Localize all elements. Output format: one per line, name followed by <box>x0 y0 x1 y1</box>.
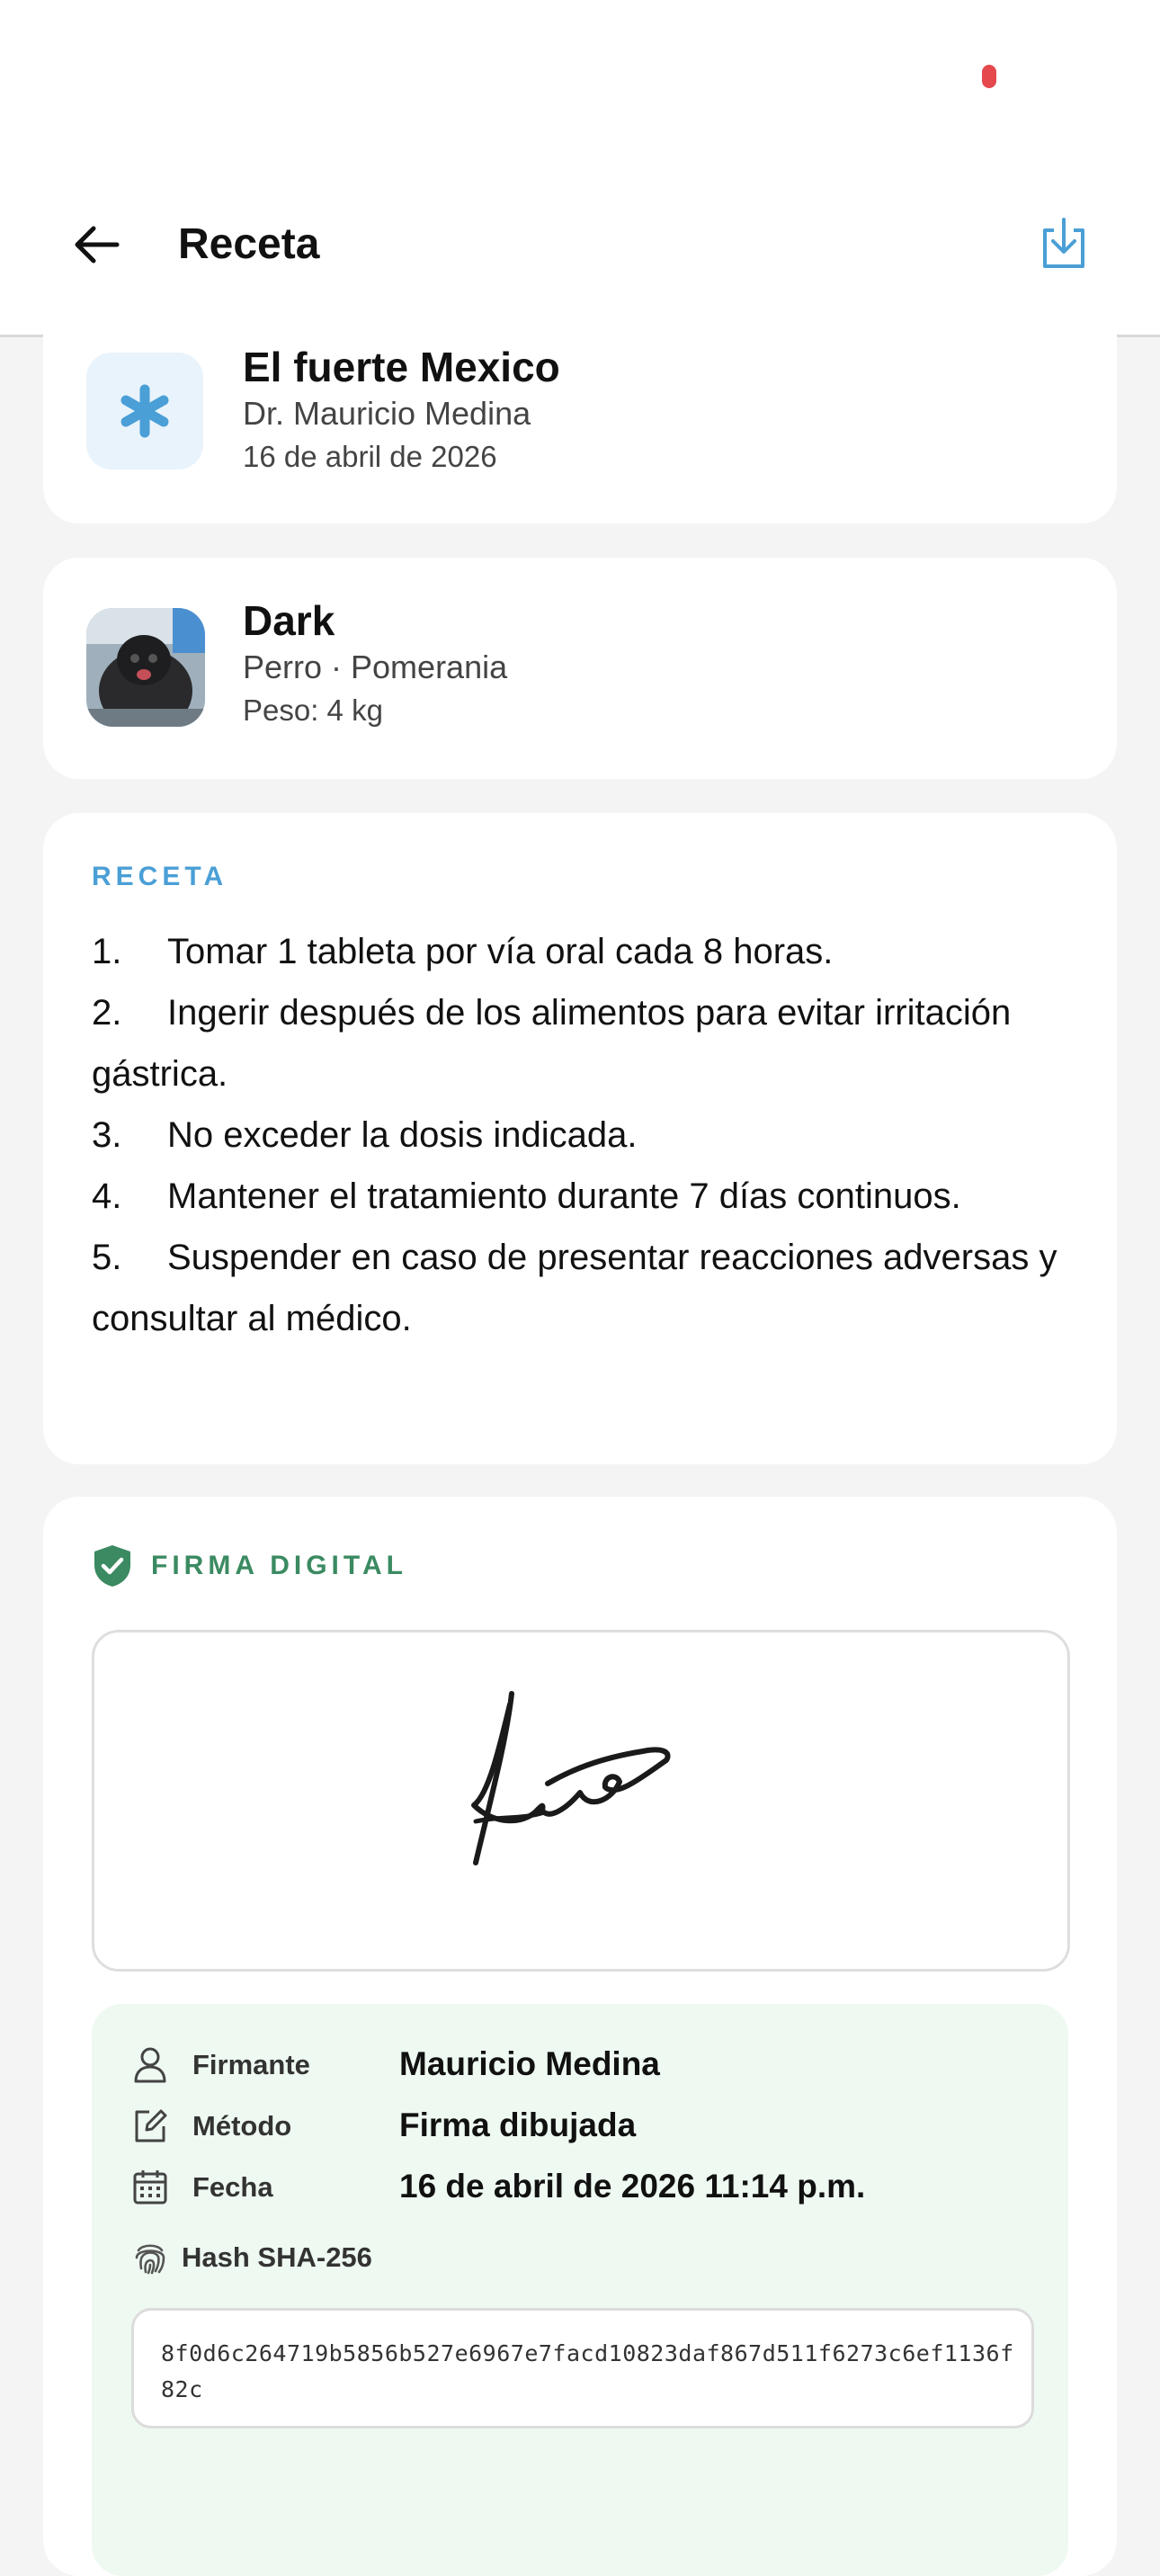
list-item: 2. Ingerir después de los alimentos para … <box>92 993 1012 1094</box>
page-title: Receta <box>178 220 320 268</box>
recording-indicator <box>982 65 996 88</box>
method-row: Método Firma dibujada <box>131 2103 1031 2150</box>
signer-value: Mauricio Medina <box>399 2045 660 2082</box>
hash-row: Hash SHA-256 <box>131 2234 1031 2281</box>
clinic-card: El fuerte Mexico Dr. Mauricio Medina 16 … <box>43 306 1117 523</box>
calendar-icon <box>133 2170 167 2205</box>
date-label: Fecha <box>192 2171 273 2203</box>
download-icon[interactable] <box>1034 214 1093 273</box>
date-row: Fecha 16 de abril de 2026 11:14 p.m. <box>131 2164 1031 2211</box>
doctor-name: Dr. Mauricio Medina <box>243 395 531 432</box>
signature-section-label: FIRMA DIGITAL <box>151 1551 407 1580</box>
signature-card: FIRMA DIGITAL Firmante Mauricio Medina M… <box>43 1497 1117 2576</box>
list-item: 3. No exceder la dosis indicada. <box>92 1115 638 1155</box>
date-value: 16 de abril de 2026 11:14 p.m. <box>399 2168 866 2205</box>
pet-photo <box>86 608 205 727</box>
hash-label: Hash SHA-256 <box>182 2241 372 2273</box>
signer-row: Firmante Mauricio Medina <box>131 2042 1031 2089</box>
pet-weight: Peso: 4 kg <box>243 693 383 727</box>
user-icon <box>134 2047 166 2083</box>
pet-name: Dark <box>243 597 335 644</box>
hash-value: 8f0d6c264719b5856b527e6967e7facd10823daf… <box>161 2340 1014 2402</box>
asterisk-icon <box>120 384 169 438</box>
shield-check-icon <box>94 1545 130 1587</box>
recipe-section-label: RECETA <box>92 862 228 891</box>
fingerprint-icon <box>135 2244 165 2275</box>
clinic-name: El fuerte Mexico <box>243 344 560 390</box>
hash-value-box: 8f0d6c264719b5856b527e6967e7facd10823daf… <box>131 2308 1034 2428</box>
pet-card: Dark Perro · Pomerania Peso: 4 kg <box>43 558 1117 779</box>
prescription-date: 16 de abril de 2026 <box>243 440 497 473</box>
handwritten-signature <box>471 1691 671 1865</box>
list-item: 5. Suspender en caso de presentar reaccio… <box>92 1238 1057 1338</box>
pet-species-breed: Perro · Pomerania <box>243 648 508 685</box>
recipe-list: 1. Tomar 1 tableta por vía oral cada 8 ho… <box>92 921 1072 1349</box>
status-bar <box>0 0 1160 162</box>
method-label: Método <box>192 2110 292 2142</box>
signer-label: Firmante <box>192 2049 310 2080</box>
signature-canvas <box>92 1630 1070 1972</box>
pen-square-icon <box>135 2109 167 2142</box>
recipe-card: RECETA 1. Tomar 1 tableta por vía oral ca… <box>43 813 1117 1464</box>
list-item: 4. Mantener el tratamiento durante 7 días… <box>92 1176 961 1216</box>
list-item: 1. Tomar 1 tableta por vía oral cada 8 ho… <box>92 932 834 971</box>
clinic-logo <box>86 353 203 470</box>
arrow-left-icon[interactable] <box>70 218 124 272</box>
method-value: Firma dibujada <box>399 2106 637 2143</box>
signature-details: Firmante Mauricio Medina Método Firma di… <box>92 2004 1068 2576</box>
